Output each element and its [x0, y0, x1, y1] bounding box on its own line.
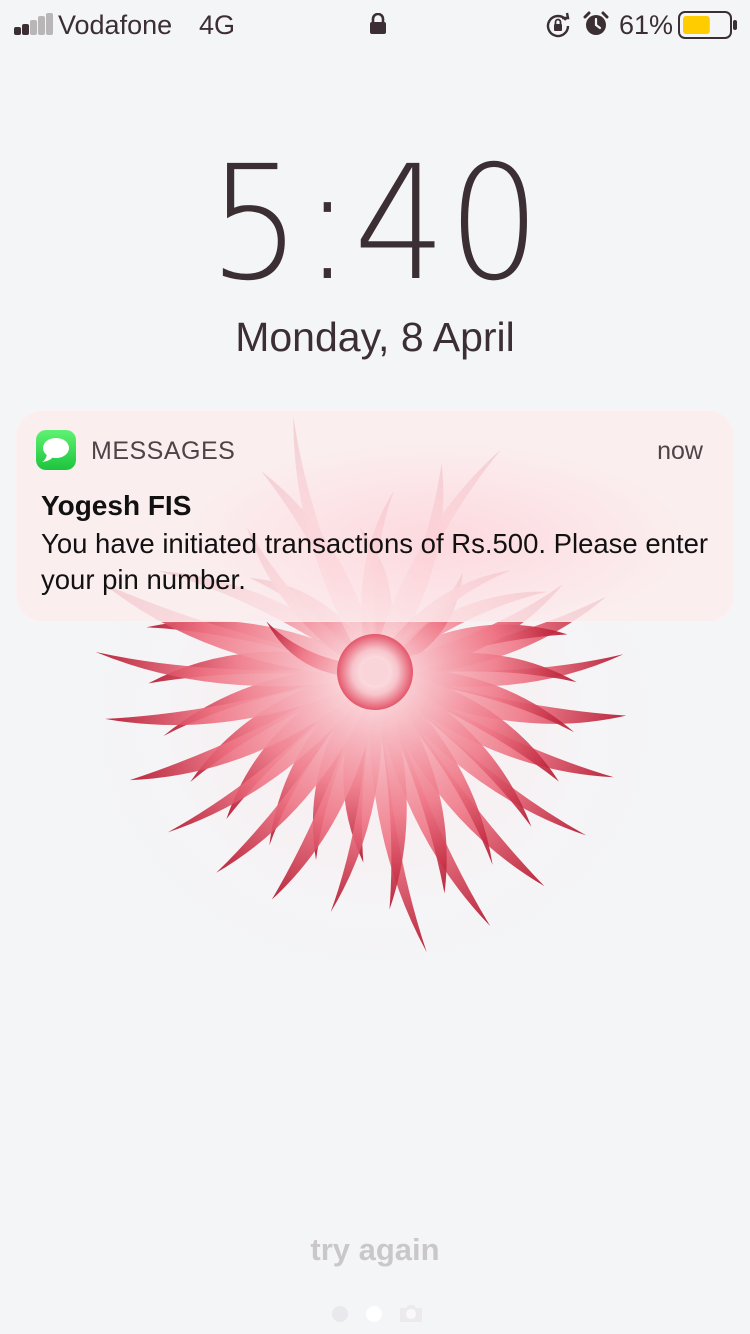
camera-icon[interactable] — [398, 1302, 424, 1324]
notification-app-name: MESSAGES — [91, 437, 236, 465]
status-bar: Vodafone 4G 61% — [0, 0, 750, 50]
network-type: 4G — [199, 10, 236, 40]
alarm-icon — [583, 11, 609, 35]
page-dot — [332, 1306, 348, 1322]
lock-screen-clock: 5:40 — [0, 134, 750, 314]
lock-screen-date: Monday, 8 April — [235, 314, 515, 360]
carrier-name: Vodafone — [58, 10, 173, 40]
battery-icon — [678, 11, 737, 39]
page-dot-active — [366, 1306, 382, 1322]
unlock-hint: try again — [310, 1232, 440, 1267]
notification-time: now — [657, 437, 703, 465]
page-indicator — [330, 1302, 430, 1326]
clock-time: 5:40 — [208, 132, 542, 316]
battery-percentage: 61% — [619, 10, 674, 40]
message-notification[interactable]: MESSAGES now Yogesh FIS You have initiat… — [16, 410, 734, 622]
messages-icon — [36, 430, 76, 470]
lock-icon — [370, 13, 386, 34]
rotation-lock-icon — [546, 12, 570, 38]
notification-message: You have initiated transactions of Rs.50… — [41, 528, 709, 595]
notification-sender: Yogesh FIS — [41, 490, 192, 521]
signal-strength-icon — [14, 13, 53, 35]
